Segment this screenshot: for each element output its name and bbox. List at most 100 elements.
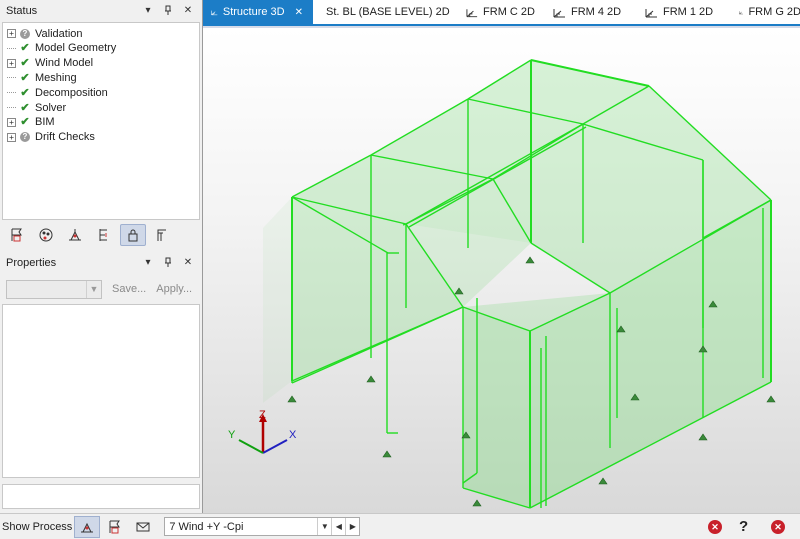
- properties-pane: Properties ▾ ✕ ▼ Save... Apply...: [0, 252, 202, 513]
- close-tab-icon[interactable]: ✕: [295, 7, 303, 18]
- structure-3d-viewport[interactable]: Z X Y: [203, 28, 800, 513]
- status-item[interactable]: +? Validation: [7, 26, 83, 41]
- save-button[interactable]: Save...: [112, 283, 146, 295]
- left-panel: Status ▾ ✕ +? Validation ✔ Model Geometry + ✔…: [0, 0, 203, 513]
- check-icon: ✔: [20, 101, 30, 114]
- wall-panel[interactable]: [263, 197, 292, 403]
- check-icon: ✔: [20, 116, 30, 129]
- pane-dropdown-icon[interactable]: ▾: [142, 256, 154, 268]
- sphere-view-button[interactable]: [33, 224, 59, 246]
- properties-pane-header: Properties ▾ ✕: [0, 252, 202, 274]
- apply-button[interactable]: Apply...: [156, 283, 192, 295]
- question-icon: ?: [20, 28, 30, 39]
- y-axis-label: Y: [228, 429, 236, 441]
- previous-icon[interactable]: ◀: [331, 518, 345, 535]
- help-icon[interactable]: ?: [739, 518, 748, 535]
- chevron-down-icon[interactable]: ▼: [317, 518, 331, 535]
- status-item-label: Decomposition: [35, 86, 108, 99]
- mail-icon[interactable]: [130, 516, 156, 538]
- expand-icon[interactable]: +: [7, 29, 16, 38]
- tab-frm-g-2d[interactable]: FRM G 2D: [731, 0, 800, 24]
- properties-pane-title: Properties: [6, 257, 57, 269]
- tab-frm-1-2d[interactable]: FRM 1 2D: [637, 0, 731, 24]
- pin-icon[interactable]: [162, 4, 174, 16]
- properties-select[interactable]: ▼: [6, 279, 102, 299]
- tab-label: Structure 3D: [222, 6, 285, 18]
- frame-2d-icon: [466, 8, 478, 17]
- y-axis: [238, 439, 264, 454]
- wall-panel[interactable]: [463, 307, 530, 508]
- next-icon[interactable]: ▶: [345, 518, 359, 535]
- expand-icon[interactable]: +: [7, 58, 16, 68]
- status-item[interactable]: ✔ Decomposition: [7, 85, 108, 100]
- z-axis-label: Z: [259, 409, 266, 421]
- show-process-label: Show Process: [2, 520, 73, 533]
- properties-description: [2, 484, 200, 509]
- status-item[interactable]: + ✔ Wind Model: [7, 56, 93, 71]
- status-item-label: Solver: [35, 101, 67, 114]
- support-node[interactable]: [287, 395, 297, 403]
- support-node[interactable]: [382, 450, 392, 458]
- tab-label: FRM 1 2D: [663, 6, 714, 18]
- status-pane: Status ▾ ✕ +? Validation ✔ Model Geometry + ✔…: [0, 0, 202, 220]
- error-icon[interactable]: ✕: [708, 520, 722, 534]
- check-icon: ✔: [20, 57, 30, 70]
- axis-triad: Z X Y: [228, 409, 297, 454]
- process-report-button[interactable]: [102, 516, 128, 538]
- support-node[interactable]: [525, 256, 535, 264]
- section-view-button[interactable]: [91, 224, 117, 246]
- status-toolbar: [0, 222, 202, 248]
- support-node[interactable]: [766, 395, 776, 403]
- tab-frm-4-2d[interactable]: FRM 4 2D: [545, 0, 637, 24]
- status-item-label: Drift Checks: [35, 131, 95, 144]
- tree-connector: [7, 77, 16, 79]
- status-item[interactable]: ✔ Solver: [7, 100, 66, 115]
- expand-icon[interactable]: +: [7, 132, 16, 142]
- close-error-icon[interactable]: ✕: [771, 520, 785, 534]
- status-item[interactable]: ✔ Meshing: [7, 70, 77, 85]
- properties-grid: [2, 304, 200, 478]
- tab-structure-3d[interactable]: Structure 3D ✕: [203, 0, 313, 24]
- expand-icon[interactable]: +: [7, 117, 16, 127]
- support-node[interactable]: [698, 433, 708, 441]
- status-item-label: BIM: [35, 116, 55, 129]
- x-axis-label: X: [289, 429, 297, 441]
- close-icon[interactable]: ✕: [182, 256, 194, 268]
- support-node[interactable]: [472, 499, 482, 507]
- pin-icon[interactable]: [162, 256, 174, 268]
- question-icon: ?: [20, 132, 30, 143]
- drift-view-button[interactable]: [149, 224, 175, 246]
- lock-view-button[interactable]: [120, 224, 146, 246]
- check-icon: ✔: [20, 86, 30, 99]
- tab-st-bl-base-level-2d[interactable]: St. BL (BASE LEVEL) 2D: [313, 0, 458, 24]
- tab-frm-c-2d[interactable]: FRM C 2D: [458, 0, 545, 24]
- tree-connector: [7, 92, 16, 94]
- process-loads-button[interactable]: [74, 515, 101, 538]
- status-item-label: Wind Model: [35, 57, 94, 70]
- frame-2d-icon: [553, 8, 565, 17]
- status-pane-header: Status ▾ ✕: [0, 0, 202, 22]
- properties-toolbar: ▼ Save... Apply...: [0, 278, 202, 300]
- bottom-toolbar: Show Process 7 Wind +Y -Cpi ▼ ◀ ▶ ✕ ? ✕: [0, 513, 800, 539]
- support-node[interactable]: [366, 375, 376, 383]
- frame-2d-icon: [739, 10, 744, 14]
- load-case-value: 7 Wind +Y -Cpi: [169, 520, 244, 533]
- status-item[interactable]: ✔ Model Geometry: [7, 41, 116, 56]
- x-axis: [262, 439, 288, 454]
- check-icon: ✔: [20, 71, 30, 84]
- structure-model[interactable]: Z X Y: [203, 28, 800, 513]
- status-pane-title: Status: [6, 5, 38, 17]
- structure-3d-icon: [211, 10, 218, 15]
- frame-2d-icon: [645, 8, 657, 17]
- tree-connector: [7, 47, 16, 49]
- close-icon[interactable]: ✕: [182, 4, 194, 16]
- load-case-select[interactable]: 7 Wind +Y -Cpi ▼ ◀ ▶: [164, 517, 361, 536]
- support-node[interactable]: [598, 477, 608, 485]
- status-item[interactable]: +? Drift Checks: [7, 130, 95, 145]
- status-item[interactable]: + ✔ BIM: [7, 115, 55, 130]
- document-tabs: Structure 3D ✕ St. BL (BASE LEVEL) 2D FRM C…: [203, 0, 800, 26]
- status-item-label: Meshing: [35, 71, 77, 84]
- pane-dropdown-icon[interactable]: ▾: [142, 4, 154, 16]
- flag-report-button[interactable]: [4, 224, 30, 246]
- load-view-button[interactable]: [62, 224, 88, 246]
